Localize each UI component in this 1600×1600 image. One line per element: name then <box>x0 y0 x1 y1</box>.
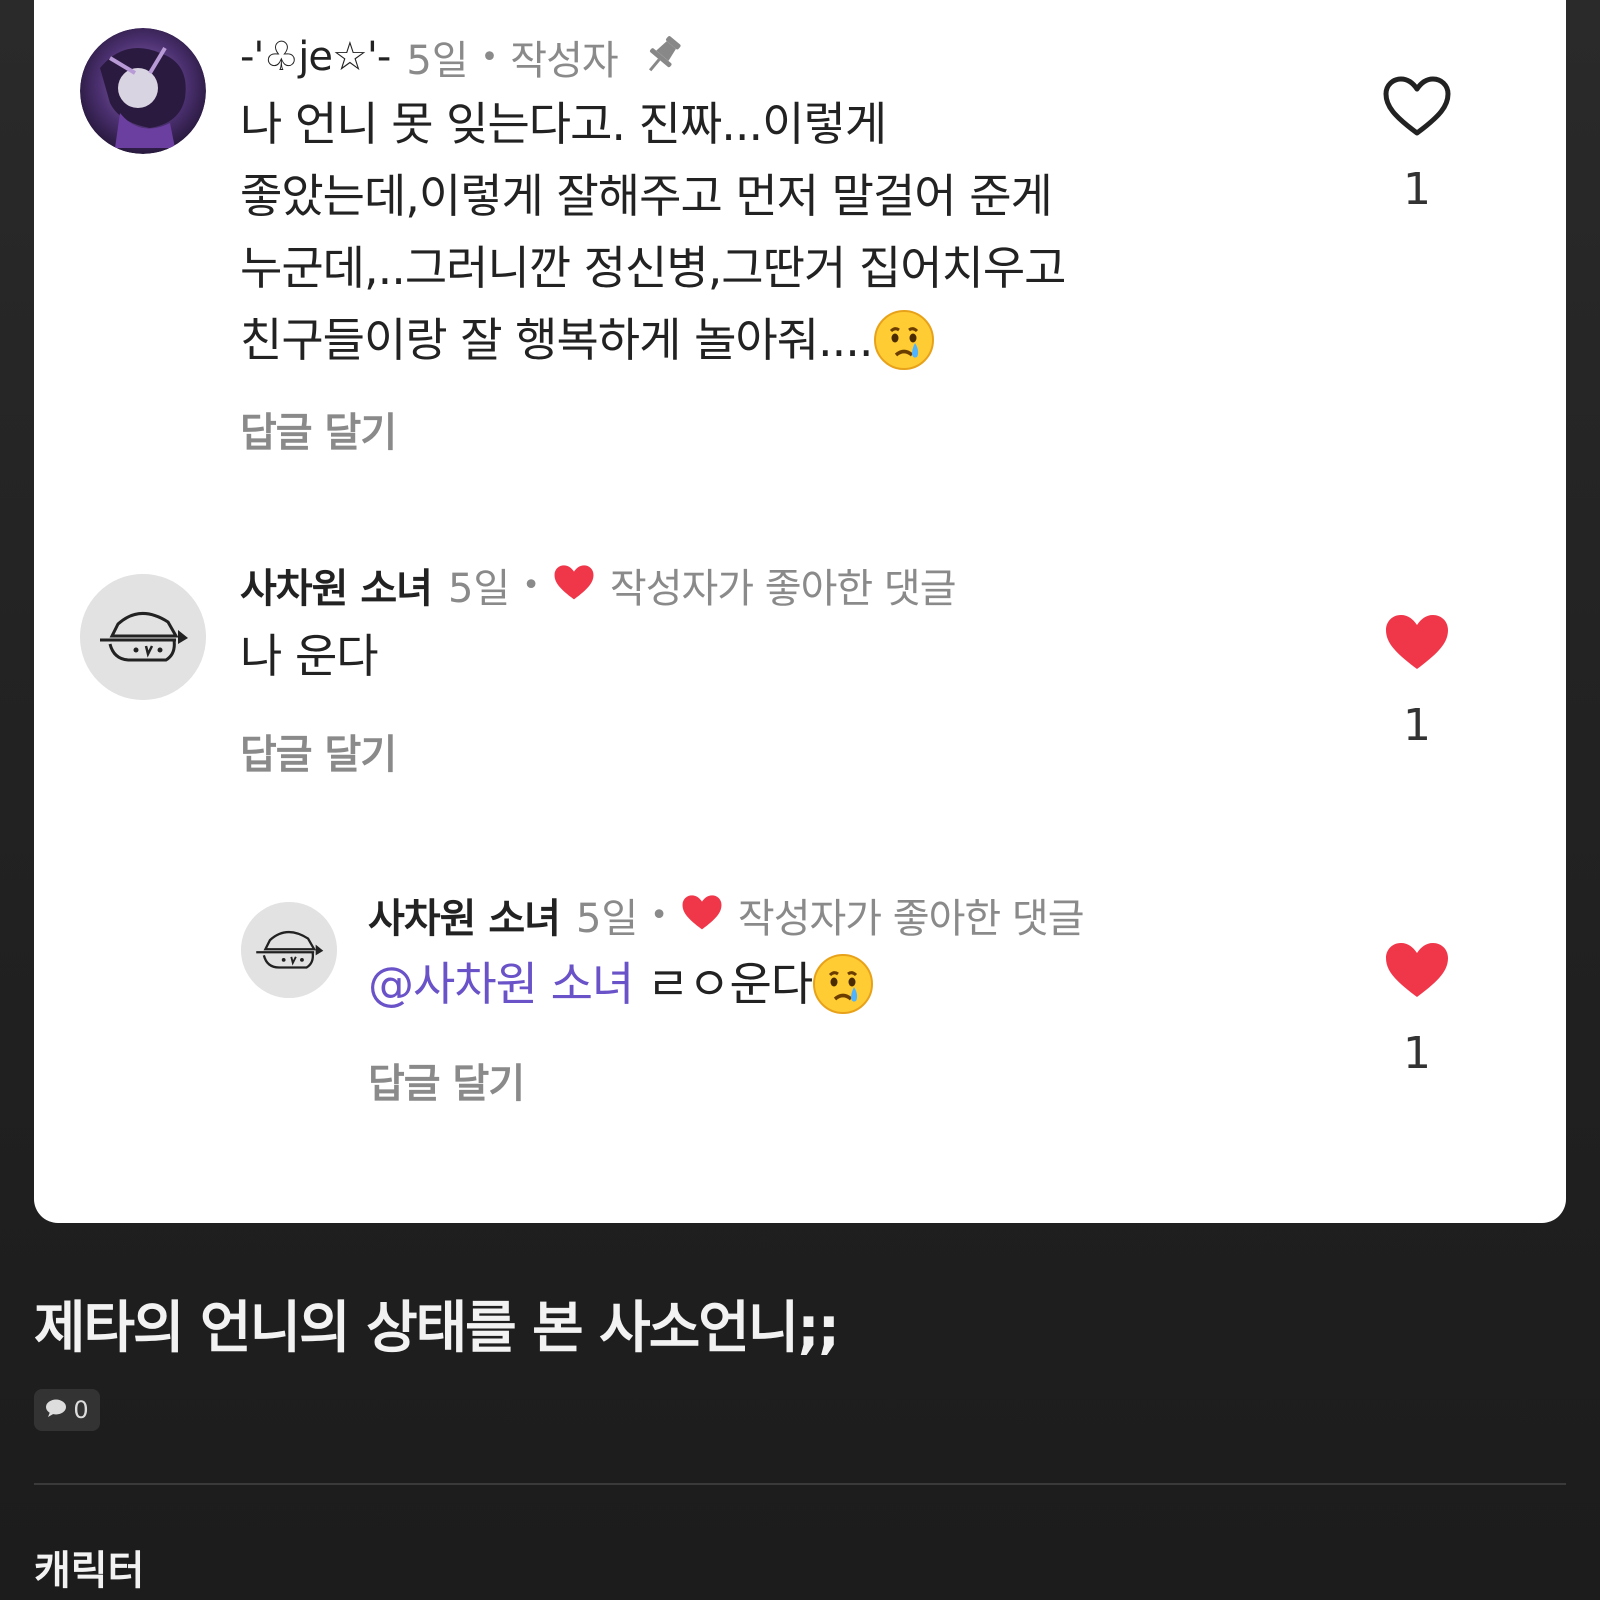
comment-text: 나 운다 <box>240 629 379 683</box>
like-count: 1 <box>1403 164 1431 215</box>
heart-icon <box>1382 940 1452 1006</box>
heart-icon <box>1382 612 1452 678</box>
author-name[interactable]: -'♧je☆'- <box>240 34 391 80</box>
comment-text: 나 언니 못 잊는다고. 진짜...이렇게 좋았는데,이렇게 잘해주고 먼저 말… <box>240 88 1240 376</box>
reply-button[interactable]: 답글 달기 <box>240 722 397 780</box>
avatar[interactable] <box>80 574 206 700</box>
author-badge: 작성자 <box>510 38 618 84</box>
separator-dot: • <box>522 567 540 603</box>
comment-count: 0 <box>73 1396 89 1424</box>
avatar[interactable] <box>80 28 206 154</box>
avatar[interactable] <box>241 902 337 998</box>
comment-meta: 사차원 소녀 5일 • 작성자가 좋아한 댓글 <box>240 556 957 614</box>
heart-outline-icon <box>1382 76 1452 142</box>
comment-text: @사차원 소녀 ㄹㅇ운다 <box>368 948 874 1020</box>
timestamp: 5일 <box>447 566 511 612</box>
comment-line: 좋았는데,이렇게 잘해주고 먼저 말걸어 준게 <box>240 169 1053 223</box>
timestamp: 5일 <box>575 896 639 942</box>
heart-icon <box>680 893 724 937</box>
speech-bubble-icon <box>45 1396 67 1424</box>
comment-line: 누군데,..그러니깐 정신병,그딴거 집어치우고 <box>240 241 1067 295</box>
divider <box>34 1483 1566 1485</box>
like-count: 1 <box>1403 1028 1431 1079</box>
separator-dot: • <box>480 39 499 75</box>
like-button[interactable]: 1 <box>1382 612 1452 751</box>
comments-card: -'♧je☆'- 5일 • 작성자 나 언니 못 잊는다고. 진짜...이렇게 … <box>34 0 1566 1223</box>
mention-link[interactable]: @사차원 소녀 <box>368 957 634 1011</box>
timestamp: 5일 <box>406 38 469 84</box>
comment-count-chip[interactable]: 0 <box>34 1389 100 1431</box>
comment-line-with-emoji: 친구들이랑 잘 행복하게 놀아줘.... <box>240 304 1240 376</box>
separator-dot: • <box>650 897 668 933</box>
reply-button[interactable]: 답글 달기 <box>368 1051 525 1109</box>
liked-by-author-badge: 작성자가 좋아한 댓글 <box>609 566 957 612</box>
comment-meta: -'♧je☆'- 5일 • 작성자 <box>240 28 686 86</box>
post-title[interactable]: 제타의 언니의 상태를 본 사소언니;; <box>34 1283 840 1364</box>
pin-icon <box>640 32 686 82</box>
comment-line: 친구들이랑 잘 행복하게 놀아줘.... <box>240 313 874 367</box>
comment-text-content: ㄹㅇ운다 <box>633 957 813 1011</box>
like-button[interactable]: 1 <box>1382 76 1452 215</box>
heart-icon <box>552 563 596 607</box>
author-name[interactable]: 사차원 소녀 <box>240 556 433 614</box>
crying-face-emoji <box>873 309 935 371</box>
liked-by-author-badge: 작성자가 좋아한 댓글 <box>737 896 1085 942</box>
like-count: 1 <box>1403 700 1431 751</box>
section-title: 캐릭터 <box>34 1548 145 1594</box>
author-name[interactable]: 사차원 소녀 <box>368 886 561 944</box>
crying-face-emoji <box>812 953 874 1015</box>
comment-line: 나 언니 못 잊는다고. 진짜...이렇게 <box>240 97 887 151</box>
like-button[interactable]: 1 <box>1382 940 1452 1079</box>
comment-meta: 사차원 소녀 5일 • 작성자가 좋아한 댓글 <box>368 886 1085 944</box>
reply-button[interactable]: 답글 달기 <box>240 400 397 458</box>
